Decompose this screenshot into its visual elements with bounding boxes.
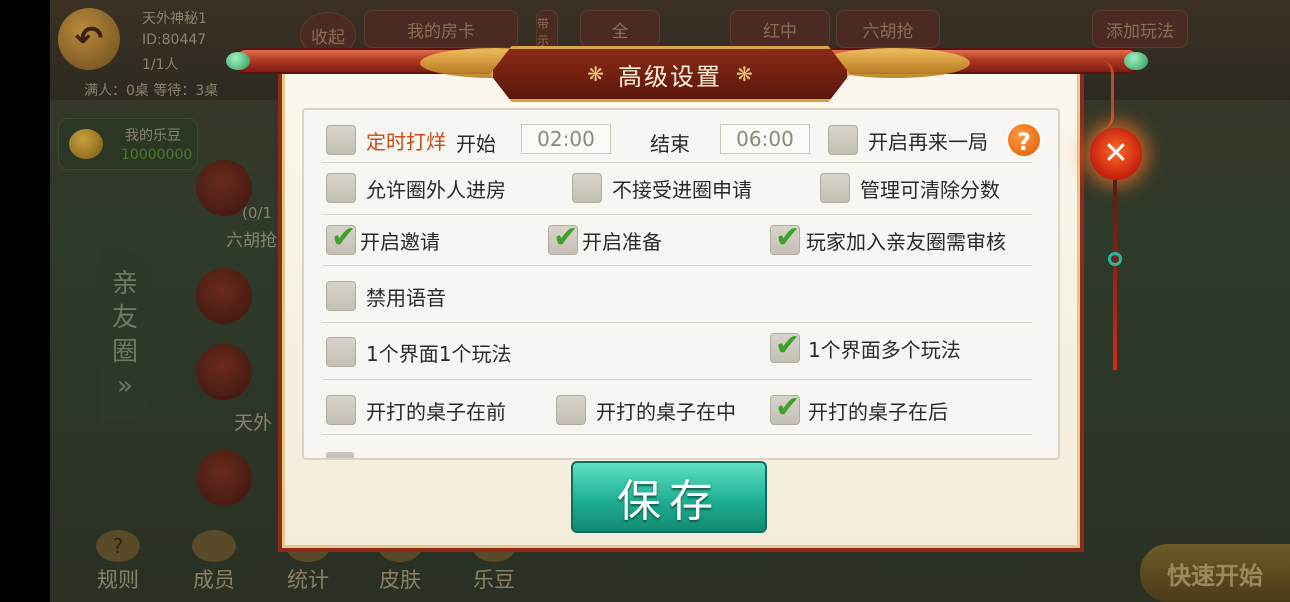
start-time-input[interactable]: 02:00	[521, 124, 611, 154]
rod-cap-right	[1124, 52, 1148, 70]
checkbox-label: 1个界面多个玩法	[808, 337, 961, 362]
tassel-knot	[1108, 252, 1122, 266]
settings-row-6: 开打的桌子在前 开打的桌子在中 ✔ 开打的桌子在后	[322, 384, 1036, 434]
divider	[322, 265, 1032, 266]
checkbox-label: 允许圈外人进房	[366, 177, 506, 202]
checkmark-icon: ✔	[775, 390, 801, 425]
checkbox[interactable]	[326, 281, 356, 311]
save-button[interactable]: 保存	[571, 461, 767, 533]
checkbox-tables-middle[interactable]: 开打的桌子在中	[556, 394, 736, 426]
ornament-icon: ❋	[587, 62, 604, 86]
checkmark-icon: ✔	[553, 220, 579, 255]
checkbox[interactable]: ✔	[770, 220, 800, 255]
close-icon[interactable]: ✕	[1090, 128, 1142, 180]
end-time-input[interactable]: 06:00	[720, 124, 810, 154]
checkbox-tables-last[interactable]: ✔ 开打的桌子在后	[770, 390, 948, 426]
checkmark-icon: ✔	[775, 328, 801, 363]
checkbox[interactable]: ✔	[770, 328, 800, 363]
checkbox-label: 管理可清除分数	[860, 177, 1000, 202]
settings-row-2: 允许圈外人进房 不接受进圈申请 管理可清除分数	[322, 162, 1036, 212]
checkbox-label: 禁用语音	[366, 285, 446, 310]
checkmark-icon: ✔	[331, 220, 357, 255]
divider	[322, 434, 1032, 435]
checkbox-label: 开启再来一局	[868, 129, 988, 154]
checkbox[interactable]	[572, 173, 602, 203]
checkmark-icon: ✔	[775, 220, 801, 255]
checkbox[interactable]	[828, 125, 858, 155]
hanging-cord	[1100, 60, 1114, 130]
checkbox-join-review[interactable]: ✔ 玩家加入亲友圈需审核	[770, 220, 1006, 256]
checkbox[interactable]	[556, 395, 586, 425]
checkbox-label: 1个界面1个玩法	[366, 341, 512, 366]
divider	[322, 379, 1032, 380]
checkbox[interactable]	[820, 173, 850, 203]
checkbox-allow-outsiders[interactable]: 允许圈外人进房	[326, 172, 506, 204]
tassel	[1113, 180, 1117, 370]
checkbox-play-again[interactable]: 开启再来一局	[828, 124, 988, 156]
checkbox-label: 开启准备	[582, 229, 662, 254]
checkbox-label: 玩家加入亲友圈需审核	[806, 229, 1006, 254]
dialog-title: 高级设置	[618, 62, 722, 91]
checkbox-enable-invite[interactable]: ✔ 开启邀请	[326, 220, 440, 256]
settings-row-5: 1个界面1个玩法 ✔ 1个界面多个玩法	[322, 326, 1036, 376]
checkbox[interactable]	[326, 125, 356, 155]
settings-row-3: ✔ 开启邀请 ✔ 开启准备 ✔ 玩家加入亲友圈需审核	[322, 214, 1036, 264]
help-icon[interactable]: ?	[1006, 122, 1042, 158]
divider	[322, 322, 1032, 323]
checkbox[interactable]: ✔	[770, 390, 800, 425]
checkbox[interactable]: ✔	[548, 220, 578, 255]
checkbox-multi-play-view[interactable]: ✔ 1个界面多个玩法	[770, 328, 961, 364]
start-label: 开始	[456, 132, 496, 156]
checkbox-tables-first[interactable]: 开打的桌子在前	[326, 394, 506, 426]
checkbox-label: 开打的桌子在后	[808, 399, 948, 424]
checkbox-single-play-view[interactable]: 1个界面1个玩法	[326, 336, 511, 368]
checkbox-label: 定时打烊	[366, 129, 446, 154]
checkbox-label: 开打的桌子在中	[596, 399, 736, 424]
checkbox-reject-applications[interactable]: 不接受进圈申请	[572, 172, 752, 204]
checkbox[interactable]: ✔	[326, 220, 356, 255]
checkbox-enable-ready[interactable]: ✔ 开启准备	[548, 220, 662, 256]
ornament-icon: ❋	[736, 62, 753, 86]
checkbox-admin-clear-score[interactable]: 管理可清除分数	[820, 172, 1000, 204]
end-label: 结束	[650, 132, 690, 156]
checkbox-label: 开启邀请	[360, 229, 440, 254]
settings-row-4: 禁用语音	[322, 270, 1036, 320]
checkbox[interactable]	[326, 337, 356, 367]
dialog-title-plate: ❋ 高级设置 ❋	[490, 46, 850, 102]
checkbox[interactable]	[326, 173, 356, 203]
checkbox-disable-voice[interactable]: 禁用语音	[326, 280, 446, 312]
checkbox[interactable]	[326, 395, 356, 425]
partial-checkbox	[326, 452, 354, 458]
checkbox-label: 开打的桌子在前	[366, 399, 506, 424]
rod-cap-left	[226, 52, 250, 70]
checkbox-label: 不接受进圈申请	[612, 177, 752, 202]
checkbox-scheduled-close[interactable]: 定时打烊	[326, 124, 446, 156]
settings-row-schedule: 定时打烊 开始 02:00 结束 06:00 开启再来一局	[322, 114, 1036, 164]
